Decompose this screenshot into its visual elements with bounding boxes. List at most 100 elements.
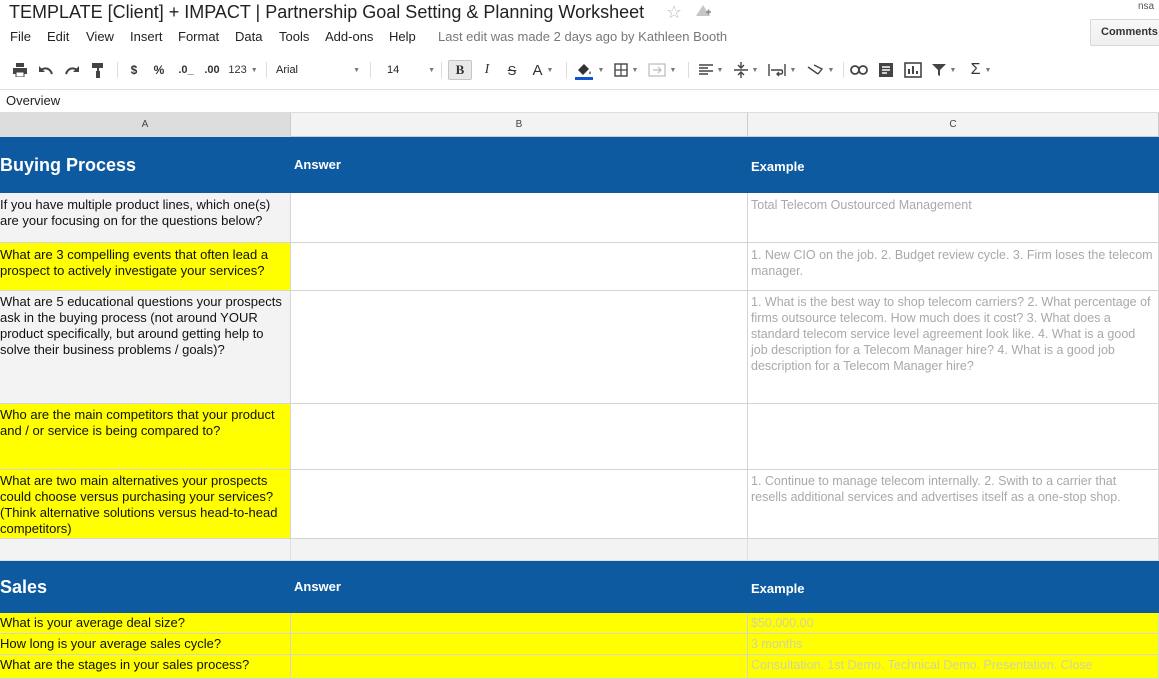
answer-cell[interactable] xyxy=(291,634,748,655)
example-cell[interactable]: $50,000.00 xyxy=(748,613,1159,634)
sigma-icon: Σ xyxy=(970,61,981,78)
menu-view[interactable]: View xyxy=(86,29,114,44)
strikethrough-button[interactable]: S xyxy=(503,60,521,80)
filter-button[interactable]: ▼ xyxy=(929,60,959,80)
document-title[interactable]: TEMPLATE [Client] + IMPACT | Partnership… xyxy=(9,2,644,23)
chevron-down-icon: ▼ xyxy=(949,66,957,74)
example-header[interactable]: Example xyxy=(748,137,1159,193)
insert-link-icon[interactable] xyxy=(849,60,869,80)
column-header-c[interactable]: C xyxy=(748,113,1159,137)
last-edit-link[interactable]: Last edit was made 2 days ago by Kathlee… xyxy=(438,29,727,44)
menu-help[interactable]: Help xyxy=(389,29,416,44)
section-title[interactable]: Buying Process xyxy=(0,137,291,193)
answer-header[interactable]: Answer xyxy=(291,561,748,613)
currency-format-button[interactable]: $ xyxy=(126,60,142,80)
empty-cell[interactable] xyxy=(291,539,748,561)
menu-file[interactable]: File xyxy=(10,29,31,44)
font-size-select[interactable]: 14 ▼ xyxy=(387,60,435,80)
title-bar: TEMPLATE [Client] + IMPACT | Partnership… xyxy=(0,0,1159,28)
bold-button[interactable]: B xyxy=(448,60,472,80)
formula-bar[interactable]: Overview xyxy=(0,89,1159,111)
text-color-button[interactable]: A ▼ xyxy=(528,60,558,80)
example-header[interactable]: Example xyxy=(748,561,1159,613)
column-header-a[interactable]: A xyxy=(0,113,291,137)
decrease-decimal-button[interactable]: .0_ xyxy=(175,60,197,80)
chevron-down-icon: ▼ xyxy=(984,66,992,74)
filter-icon xyxy=(931,64,946,76)
section-title[interactable]: Sales xyxy=(0,561,291,613)
text-rotation-button[interactable]: ▼ xyxy=(804,60,836,80)
answer-cell[interactable] xyxy=(291,193,748,243)
percent-format-button[interactable]: % xyxy=(151,60,167,80)
functions-button[interactable]: Σ ▼ xyxy=(966,60,996,80)
example-cell[interactable]: 3 months xyxy=(748,634,1159,655)
question-cell[interactable]: How long is your average sales cycle? xyxy=(0,634,291,655)
toolbar: $ % .0_ .00 123 ▼ Arial ▼ 14 ▼ B I S A ▼ ▼ ▼… xyxy=(0,56,1159,84)
empty-cell[interactable] xyxy=(0,539,291,561)
example-cell[interactable]: 1. New CIO on the job. 2. Budget review … xyxy=(748,243,1159,291)
answer-cell[interactable] xyxy=(291,404,748,470)
example-cell[interactable]: 1. What is the best way to shop telecom … xyxy=(748,291,1159,404)
chevron-down-icon: ▼ xyxy=(631,66,639,74)
example-cell[interactable]: Consultation. 1st Demo. Technical Demo. … xyxy=(748,655,1159,679)
menu-format[interactable]: Format xyxy=(178,29,219,44)
insert-chart-icon[interactable] xyxy=(902,60,924,80)
font-family-value: Arial xyxy=(276,64,299,76)
question-cell[interactable]: What are 3 compelling events that often … xyxy=(0,243,291,291)
menu-addons[interactable]: Add-ons xyxy=(325,29,373,44)
menu-insert[interactable]: Insert xyxy=(130,29,163,44)
undo-icon[interactable] xyxy=(36,60,56,80)
text-color-label: A xyxy=(532,61,543,79)
chevron-down-icon: ▼ xyxy=(751,66,759,74)
paint-format-icon[interactable] xyxy=(88,60,108,80)
question-cell[interactable]: What are the stages in your sales proces… xyxy=(0,655,291,679)
comments-button[interactable]: Comments xyxy=(1090,19,1159,46)
merge-cells-button[interactable]: ▼ xyxy=(645,60,679,80)
empty-cell[interactable] xyxy=(748,539,1159,561)
chevron-down-icon: ▼ xyxy=(597,66,605,74)
example-cell[interactable]: 1. Continue to manage telecom internally… xyxy=(748,470,1159,539)
star-icon[interactable]: ☆ xyxy=(666,2,682,23)
chevron-down-icon: ▼ xyxy=(428,66,435,74)
section-header-row: Sales Answer Example xyxy=(0,561,1159,613)
font-family-select[interactable]: Arial ▼ xyxy=(276,60,360,80)
move-to-folder-icon[interactable] xyxy=(694,3,712,19)
text-wrap-button[interactable]: ▼ xyxy=(766,60,798,80)
vertical-align-button[interactable]: ▼ xyxy=(731,60,761,80)
user-name[interactable]: nsa xyxy=(1138,1,1154,12)
example-cell[interactable] xyxy=(748,404,1159,470)
chevron-down-icon: ▼ xyxy=(827,66,835,74)
text-rotation-icon xyxy=(807,64,823,75)
answer-cell[interactable] xyxy=(291,470,748,539)
question-cell[interactable]: What are two main alternatives your pros… xyxy=(0,470,291,539)
table-row: Who are the main competitors that your p… xyxy=(0,404,1159,470)
answer-cell[interactable] xyxy=(291,655,748,679)
increase-decimal-button[interactable]: .00 xyxy=(200,60,224,80)
column-header-b[interactable]: B xyxy=(291,113,748,137)
spacer-row xyxy=(0,539,1159,561)
menu-data[interactable]: Data xyxy=(235,29,262,44)
answer-cell[interactable] xyxy=(291,291,748,404)
menu-tools[interactable]: Tools xyxy=(279,29,309,44)
redo-icon[interactable] xyxy=(62,60,82,80)
question-cell[interactable]: What are 5 educational questions your pr… xyxy=(0,291,291,404)
menu-edit[interactable]: Edit xyxy=(47,29,69,44)
question-cell[interactable]: Who are the main competitors that your p… xyxy=(0,404,291,470)
horizontal-align-button[interactable]: ▼ xyxy=(696,60,726,80)
print-icon[interactable] xyxy=(10,60,30,80)
fill-color-button[interactable]: ▼ xyxy=(572,60,606,80)
question-cell[interactable]: What is your average deal size? xyxy=(0,613,291,634)
table-row: If you have multiple product lines, whic… xyxy=(0,193,1159,243)
section-header-row: Buying Process Answer Example xyxy=(0,137,1159,193)
example-cell[interactable]: Total Telecom Oustourced Management xyxy=(748,193,1159,243)
borders-button[interactable]: ▼ xyxy=(611,60,641,80)
answer-header[interactable]: Answer xyxy=(291,137,748,193)
answer-cell[interactable] xyxy=(291,613,748,634)
more-formats-button[interactable]: 123 ▼ xyxy=(227,60,259,80)
column-headers: A B C xyxy=(0,112,1159,137)
italic-button[interactable]: I xyxy=(478,60,496,80)
insert-comment-icon[interactable] xyxy=(876,60,896,80)
formula-value[interactable]: Overview xyxy=(6,93,60,108)
answer-cell[interactable] xyxy=(291,243,748,291)
question-cell[interactable]: If you have multiple product lines, whic… xyxy=(0,193,291,243)
